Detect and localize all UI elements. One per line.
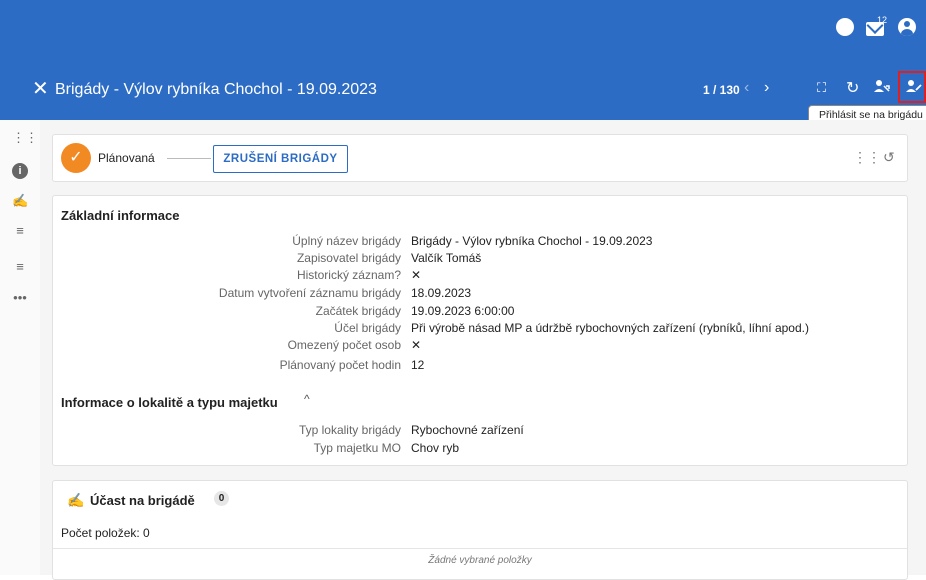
field-value: 12 xyxy=(411,358,425,372)
field-value: Brigády - Výlov rybníka Chochol - 19.09.… xyxy=(411,234,653,248)
record-header: ✕ Brigády - Výlov rybníka Chochol - 19.0… xyxy=(0,62,926,120)
check-icon: ✓ xyxy=(61,143,91,173)
field-row: Historický záznam? ✕ xyxy=(53,268,909,284)
circle-plus-icon[interactable]: + xyxy=(836,18,854,36)
cancel-brigade-button[interactable]: ZRUŠENÍ BRIGÁDY xyxy=(213,145,348,173)
items-count: Počet položek: 0 xyxy=(61,526,150,540)
chevron-left-icon[interactable]: ‹ xyxy=(744,79,749,97)
status-divider xyxy=(167,158,211,159)
field-label: Úplný název brigády xyxy=(292,234,401,248)
field-row: Typ lokality brigády Rybochovné zařízení xyxy=(53,423,909,439)
sidebar: ⋮⋮ i ✍ ≡ ≡ ••• xyxy=(0,120,40,575)
status-label: Plánovaná xyxy=(98,151,155,165)
more-icon[interactable]: ••• xyxy=(12,290,28,306)
refresh-icon[interactable]: ↻ xyxy=(846,78,859,98)
field-value: ✕ xyxy=(411,268,422,282)
field-label: Účel brigády xyxy=(334,321,401,335)
list-icon[interactable]: ≡ xyxy=(12,259,28,275)
basic-info-card: Základní informace Úplný název brigády B… xyxy=(52,195,908,466)
main-content: ✓ Plánovaná ZRUŠENÍ BRIGÁDY ⋮⋮ ↺ Základn… xyxy=(40,120,926,580)
workflow-icon[interactable]: ⋮⋮ xyxy=(853,149,881,166)
workflow-icon[interactable]: ⋮⋮ xyxy=(12,130,38,146)
field-value: 19.09.2023 6:00:00 xyxy=(411,304,515,318)
field-value: ✕ xyxy=(411,338,422,352)
chevron-right-icon[interactable]: › xyxy=(764,79,769,97)
participation-card: ✍ Účast na brigádě 0 Počet položek: 0 Žá… xyxy=(52,480,908,580)
field-value: Valčík Tomáš xyxy=(411,251,482,265)
field-value: Chov ryb xyxy=(411,441,460,455)
user-circle-icon[interactable] xyxy=(898,18,916,36)
participation-icon: ✍ xyxy=(67,492,85,508)
field-label: Začátek brigády xyxy=(315,304,401,318)
field-row: Účel brigády Při výrobě násad MP a údržb… xyxy=(53,321,909,337)
field-label: Omezený počet osob xyxy=(287,338,401,352)
field-value: Rybochovné zařízení xyxy=(411,423,524,437)
chevron-up-icon[interactable]: ^ xyxy=(304,392,310,406)
list-icon[interactable]: ≡ xyxy=(12,223,28,239)
page-title: Brigády - Výlov rybníka Chochol - 19.09.… xyxy=(55,81,377,98)
participation-icon[interactable]: ✍ xyxy=(12,193,28,209)
field-row: Zapisovatel brigády Valčík Tomáš xyxy=(53,251,909,267)
field-row: Úplný název brigády Brigády - Výlov rybn… xyxy=(53,234,909,250)
signup-tool-highlight xyxy=(898,71,926,103)
section-title: Účast na brigádě xyxy=(90,493,195,508)
field-label: Datum vytvoření záznamu brigády xyxy=(218,286,401,300)
field-row: Datum vytvoření záznamu brigády 18.09.20… xyxy=(53,286,909,302)
field-value: 18.09.2023 xyxy=(411,286,472,300)
count-badge: 0 xyxy=(214,491,229,506)
status-card: ✓ Plánovaná ZRUŠENÍ BRIGÁDY ⋮⋮ ↺ xyxy=(52,134,908,182)
field-row: Typ majetku MO Chov ryb xyxy=(53,441,909,457)
section-title: Základní informace xyxy=(61,208,180,223)
field-label: Typ lokality brigády xyxy=(298,423,401,437)
field-label: Plánovaný počet hodin xyxy=(279,358,401,372)
empty-state: Žádné vybrané položky xyxy=(53,548,907,573)
history-icon[interactable]: ↺ xyxy=(883,149,895,166)
field-label: Zapisovatel brigády xyxy=(296,251,401,265)
record-pager: 1 / 130 xyxy=(703,83,740,97)
notification-count: 12 xyxy=(877,15,888,25)
section-title: Informace o lokalitě a typu majetku xyxy=(61,395,278,410)
field-value: Při výrobě násad MP a údržbě rybochovnýc… xyxy=(411,321,809,335)
field-row: Plánovaný počet hodin 12 xyxy=(53,358,909,374)
field-label: Typ majetku MO xyxy=(313,441,401,455)
field-row: Omezený počet osob ✕ xyxy=(53,338,909,354)
assign-person-icon[interactable] xyxy=(873,78,891,101)
field-row: Začátek brigády 19.09.2023 6:00:00 xyxy=(53,304,909,320)
top-bar: + 12 xyxy=(0,0,926,62)
field-label: Historický záznam? xyxy=(296,268,401,282)
info-icon[interactable]: i xyxy=(12,163,28,179)
close-icon[interactable]: ✕ xyxy=(32,79,49,99)
expand-icon[interactable]: ⛶ xyxy=(817,80,826,96)
